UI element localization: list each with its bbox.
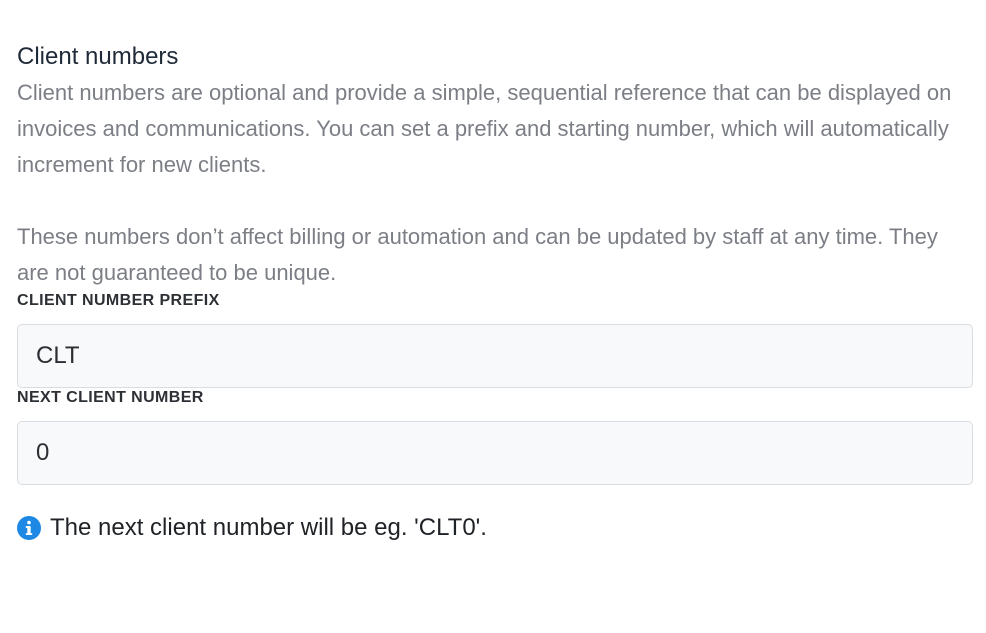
next-client-number-field: NEXT CLIENT NUMBER [17, 388, 973, 485]
next-client-number-input[interactable] [17, 421, 973, 485]
client-number-prefix-field: CLIENT NUMBER PREFIX [17, 291, 973, 388]
section-description: Client numbers are optional and provide … [17, 80, 952, 177]
section-title: Client numbers [17, 43, 179, 70]
next-number-hint-text: The next client number will be eg. 'CLT0… [50, 514, 487, 541]
client-number-prefix-input[interactable] [17, 324, 973, 388]
next-client-number-label: NEXT CLIENT NUMBER [17, 389, 204, 406]
client-numbers-settings: Client numbers Client numbers are option… [0, 0, 986, 633]
next-number-hint: The next client number will be eg. 'CLT0… [17, 513, 973, 543]
info-icon [17, 516, 41, 540]
client-number-prefix-label: CLIENT NUMBER PREFIX [17, 292, 220, 309]
section-description-note: These numbers don’t affect billing or au… [17, 224, 938, 285]
